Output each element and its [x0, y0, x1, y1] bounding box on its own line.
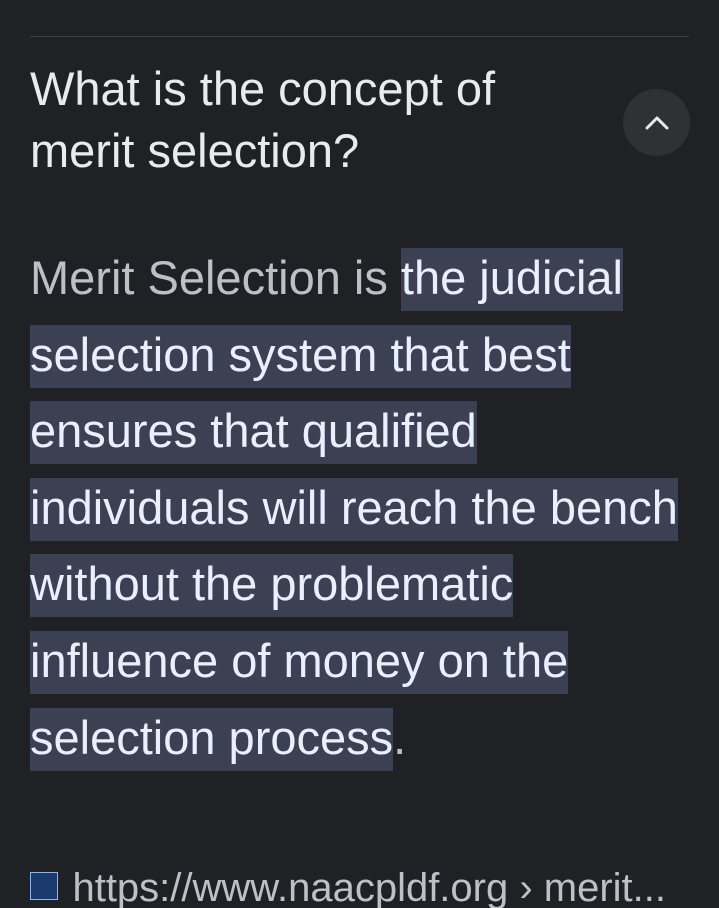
- favicon-icon: [30, 872, 58, 900]
- source-link[interactable]: https://www.naacpldf.org › merit...: [30, 868, 710, 908]
- answer-highlight: the judicial selection system that best …: [30, 248, 678, 771]
- chevron-up-icon: [644, 115, 670, 131]
- answer-lead: Merit Selection is: [30, 251, 401, 304]
- question-heading[interactable]: What is the concept of merit selection?: [30, 58, 600, 182]
- answer-trailing: .: [393, 710, 407, 764]
- source-url[interactable]: https://www.naacpldf.org › merit...: [72, 868, 666, 908]
- section-divider: [30, 36, 689, 37]
- collapse-button[interactable]: [623, 89, 690, 156]
- answer-text: Merit Selection is the judicial selectio…: [30, 240, 690, 776]
